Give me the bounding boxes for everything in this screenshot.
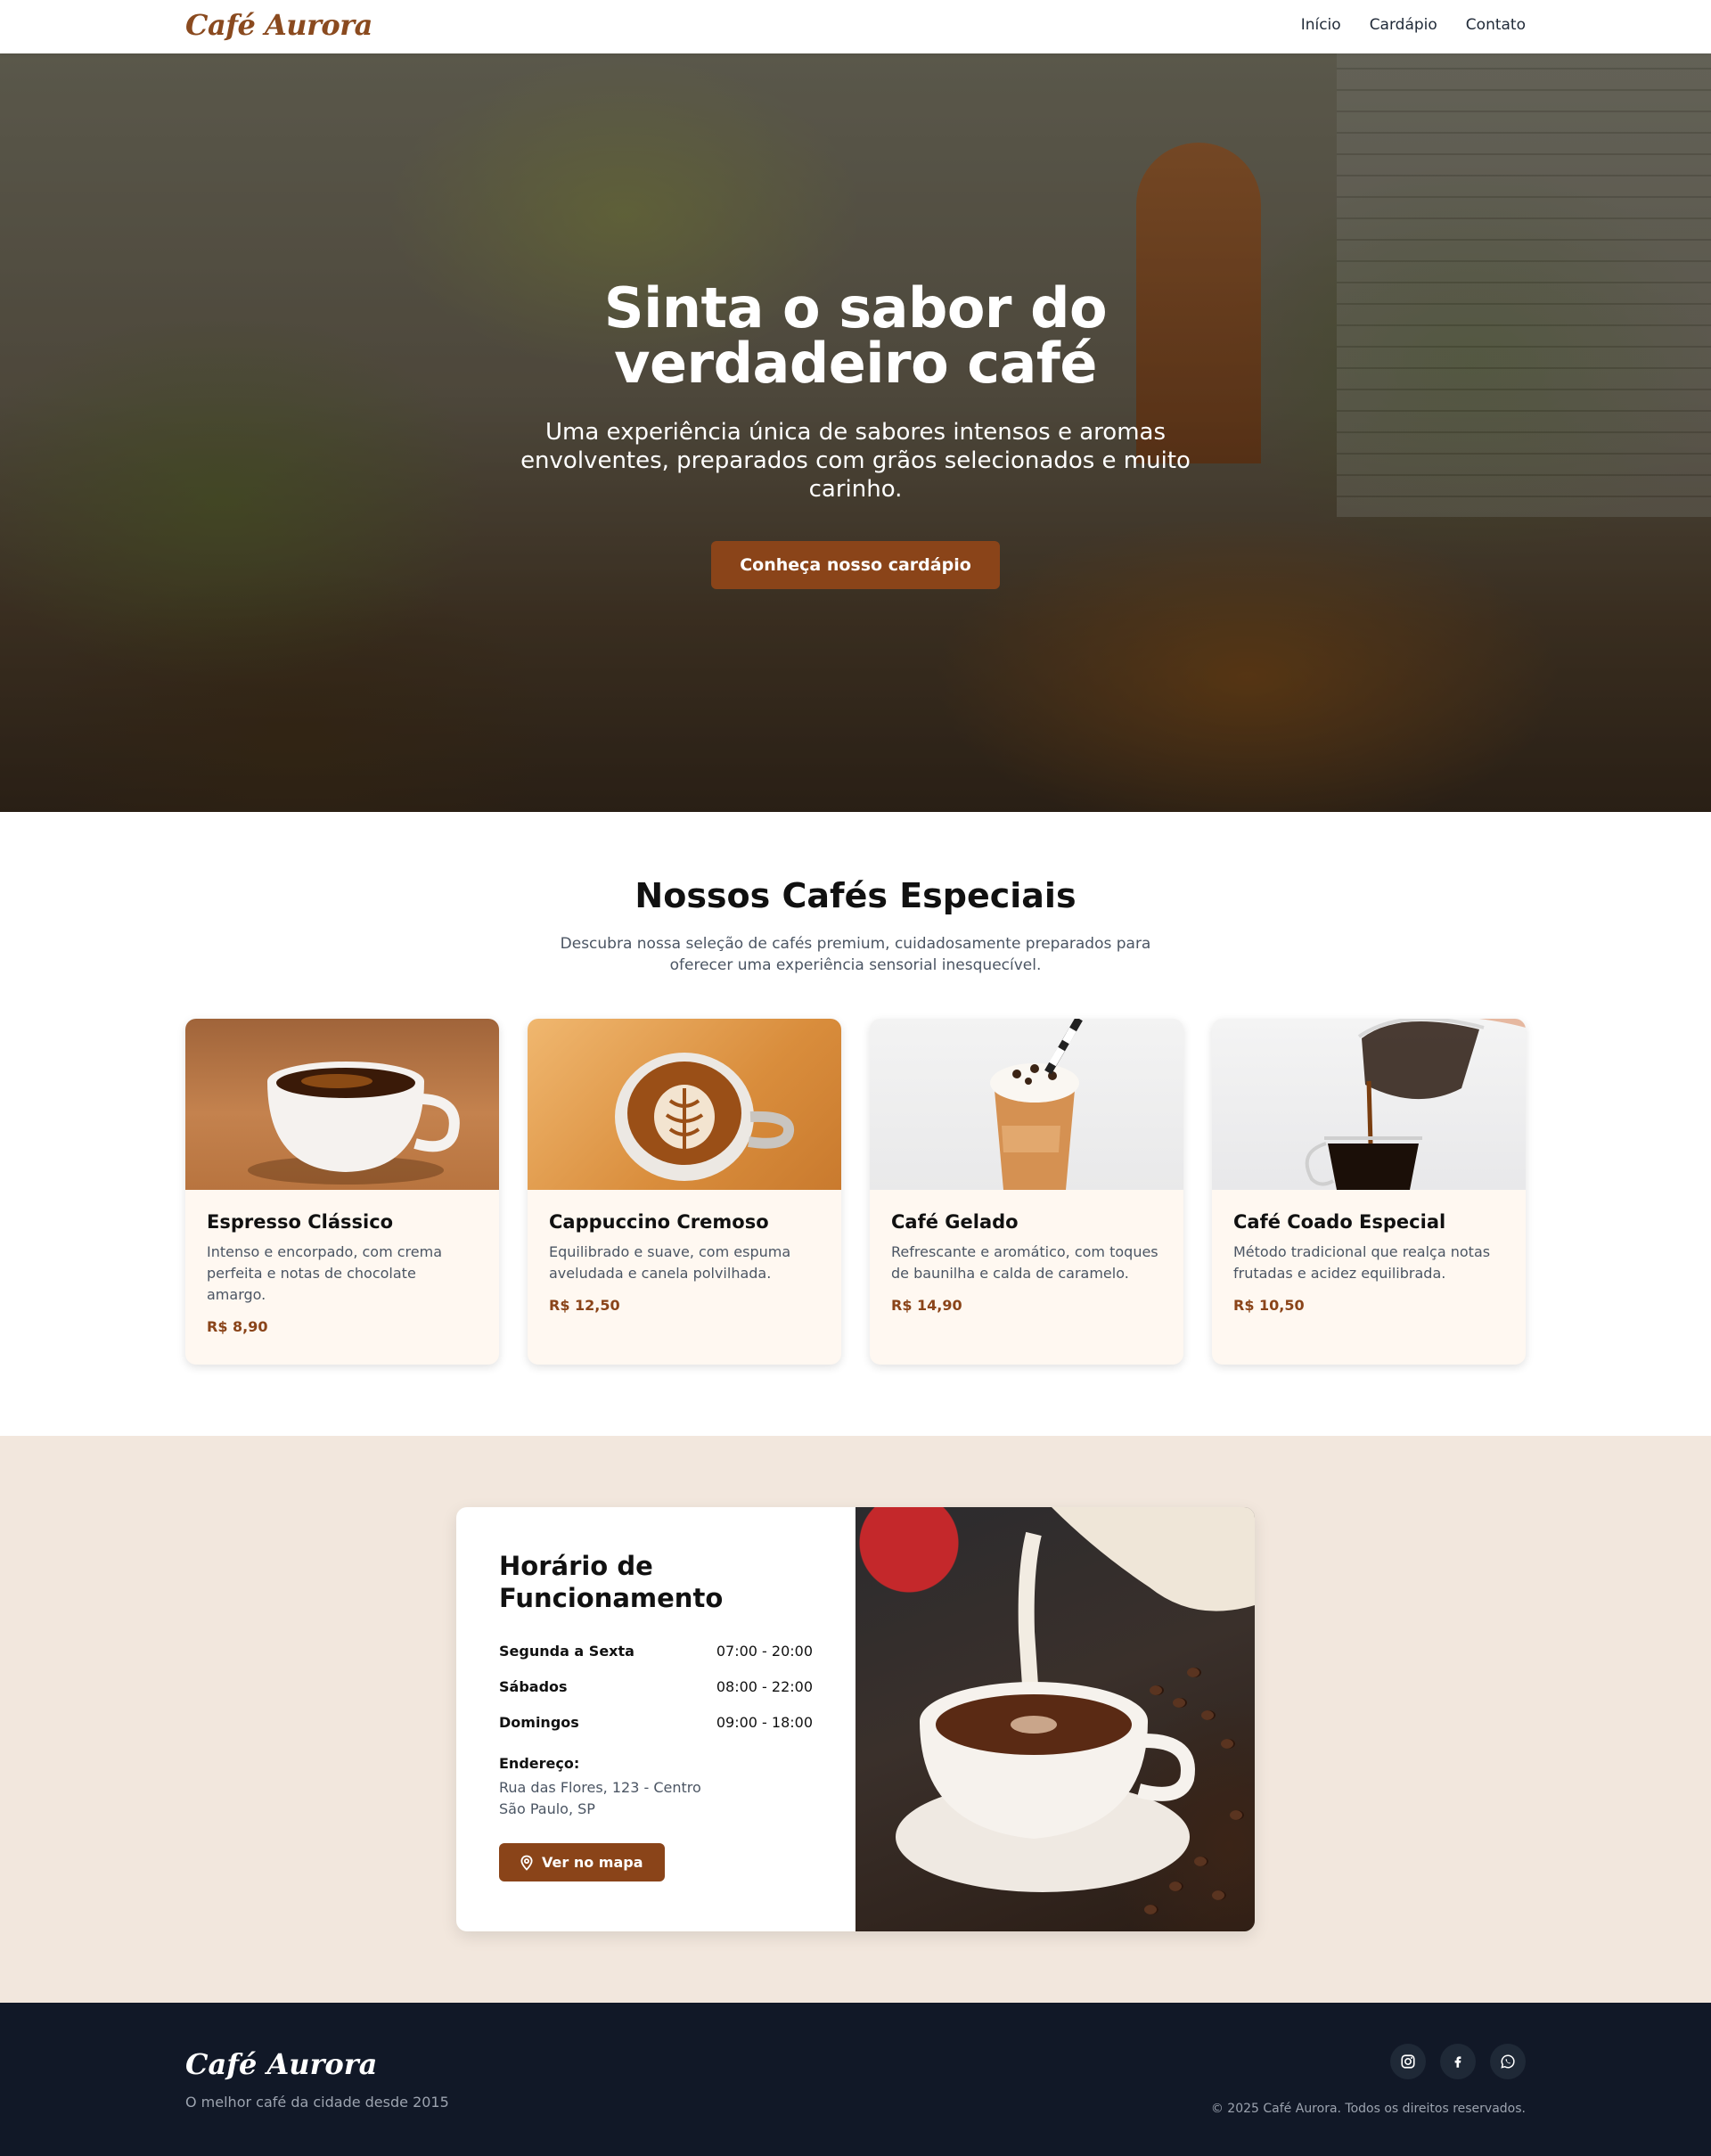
address-line2: São Paulo, SP [499, 1800, 595, 1817]
footer-brand: Café Aurora [185, 2047, 378, 2081]
coffee-pour-illustration [896, 1507, 1255, 1892]
hours-day: Domingos [499, 1714, 579, 1731]
instagram-icon [1401, 2054, 1415, 2069]
hours-title: Horário de Funcionamento [499, 1551, 724, 1613]
hero-title: Sinta o sabor do verdadeiro café [499, 281, 1212, 391]
footer: Café Aurora O melhor café da cidade desd… [0, 2003, 1711, 2156]
hours-card: Horário de Funcionamento Segunda a Sexta… [456, 1507, 1255, 1931]
product-name: Espresso Clássico [207, 1211, 394, 1233]
product-price: R$ 8,90 [207, 1318, 268, 1335]
hours-info: Horário de Funcionamento Segunda a Sexta… [456, 1507, 856, 1931]
hours-time: 07:00 - 20:00 [716, 1643, 813, 1660]
footer-tagline: O melhor café da cidade desde 2015 [185, 2094, 449, 2111]
nav-link-cardapio[interactable]: Cardápio [1370, 16, 1437, 34]
iced-coffee-image [870, 1019, 1183, 1190]
hours-time: 09:00 - 18:00 [716, 1714, 813, 1731]
hours-section: Horário de Funcionamento Segunda a Sexta… [0, 1436, 1711, 2003]
hero-title-line1: Sinta o sabor do [603, 275, 1108, 340]
product-description: Equilibrado e suave, com espuma aveludad… [549, 1243, 791, 1282]
hours-row: Domingos 09:00 - 18:00 [499, 1705, 813, 1741]
product-price: R$ 10,50 [1233, 1297, 1305, 1314]
social-links [1390, 2044, 1526, 2079]
product-card-cappuccino[interactable]: Cappuccino Cremoso Equilibrado e suave, … [528, 1019, 841, 1365]
product-name: Cappuccino Cremoso [549, 1211, 769, 1233]
coffee-pour-image [856, 1507, 1255, 1931]
facebook-link[interactable] [1440, 2044, 1476, 2079]
product-name: Café Gelado [891, 1211, 1019, 1233]
brand-logo[interactable]: Café Aurora [185, 8, 372, 42]
view-map-button[interactable]: Ver no mapa [499, 1843, 665, 1881]
instagram-link[interactable] [1390, 2044, 1426, 2079]
specials-subtitle: Descubra nossa seleção de cafés premium,… [560, 935, 1151, 974]
pour-over-image [1212, 1019, 1526, 1190]
cappuccino-image [528, 1019, 841, 1190]
footer-copyright: © 2025 Café Aurora. Todos os direitos re… [1210, 2102, 1526, 2116]
product-description: Método tradicional que realça notas frut… [1233, 1243, 1491, 1282]
whatsapp-link[interactable] [1490, 2044, 1526, 2079]
pour-over-illustration [1305, 1019, 1526, 1190]
espresso-cup-illustration [248, 1062, 460, 1185]
product-card-coado[interactable]: Café Coado Especial Método tradicional q… [1212, 1019, 1526, 1365]
product-cards: Espresso Clássico Intenso e encorpado, c… [185, 1019, 1526, 1365]
map-pin-icon [520, 1855, 533, 1871]
hero-content: Sinta o sabor do verdadeiro café Uma exp… [499, 281, 1212, 589]
product-name: Café Coado Especial [1233, 1211, 1446, 1233]
whatsapp-icon [1501, 2054, 1515, 2069]
product-card-gelado[interactable]: Café Gelado Refrescante e aromático, com… [870, 1019, 1183, 1365]
product-price: R$ 14,90 [891, 1297, 962, 1314]
hours-row: Segunda a Sexta 07:00 - 20:00 [499, 1634, 813, 1669]
espresso-image [185, 1019, 499, 1190]
hours-day: Sábados [499, 1678, 568, 1695]
product-description: Refrescante e aromático, com toques de b… [891, 1243, 1158, 1282]
menu-cta-button[interactable]: Conheça nosso cardápio [711, 541, 1000, 589]
address-label: Endereço: [499, 1755, 580, 1772]
nav-links: Início Cardápio Contato [1301, 16, 1526, 34]
hours-time: 08:00 - 22:00 [716, 1678, 813, 1695]
nav-link-inicio[interactable]: Início [1301, 16, 1341, 34]
product-description: Intenso e encorpado, com crema perfeita … [207, 1243, 442, 1303]
navbar: Café Aurora Início Cardápio Contato [0, 0, 1711, 53]
hero-title-line2: verdadeiro café [614, 331, 1097, 396]
product-card-espresso[interactable]: Espresso Clássico Intenso e encorpado, c… [185, 1019, 499, 1365]
hours-list: Segunda a Sexta 07:00 - 20:00 Sábados 08… [499, 1634, 813, 1741]
cappuccino-cup-illustration [615, 1053, 795, 1181]
hours-row: Sábados 08:00 - 22:00 [499, 1669, 813, 1705]
address-line1: Rua das Flores, 123 - Centro [499, 1779, 701, 1796]
iced-coffee-illustration [990, 1019, 1083, 1190]
facebook-icon [1454, 2056, 1461, 2068]
view-map-label: Ver no mapa [542, 1854, 643, 1871]
hero-subtitle: Uma experiência única de sabores intenso… [520, 419, 1191, 503]
specials-title: Nossos Cafés Especiais [634, 876, 1077, 915]
hero-section: Sinta o sabor do verdadeiro café Uma exp… [0, 53, 1711, 812]
nav-link-contato[interactable]: Contato [1466, 16, 1526, 34]
hours-day: Segunda a Sexta [499, 1643, 634, 1660]
product-price: R$ 12,50 [549, 1297, 620, 1314]
